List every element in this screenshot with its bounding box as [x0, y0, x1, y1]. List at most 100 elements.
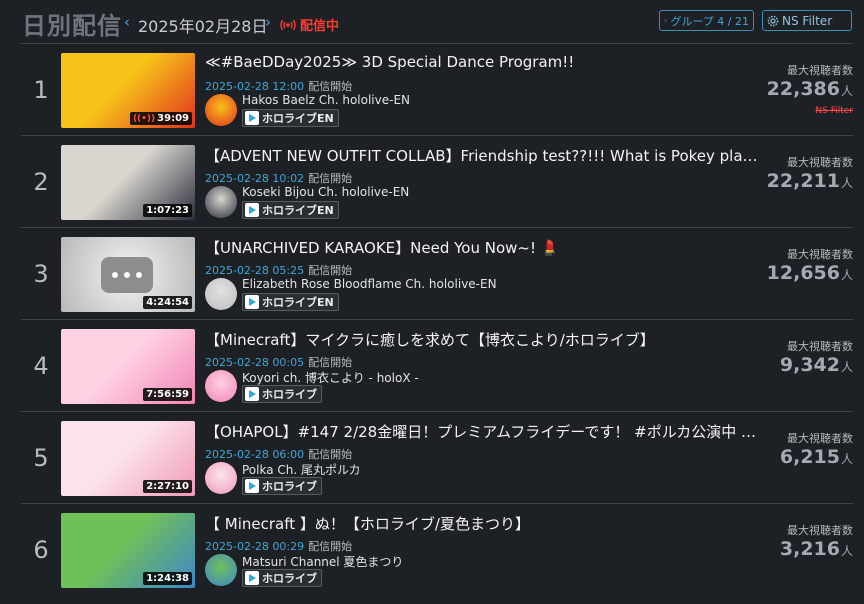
start-label: 配信開始: [308, 80, 353, 93]
duration-badge: 1:07:23: [143, 204, 192, 217]
play-icon: [245, 479, 259, 493]
stream-row[interactable]: 5 2:27:10 【OHAPOL】#147 2/28金曜日！プレミアムフライデ…: [21, 411, 853, 503]
video-thumbnail[interactable]: 2:27:10: [61, 421, 195, 496]
next-date-button[interactable]: ›: [265, 13, 271, 31]
duration-badge: ((•)) 39:09: [129, 112, 192, 125]
video-thumbnail[interactable]: 1:24:38: [61, 513, 195, 588]
viewers-unit: 人: [840, 544, 853, 558]
duration-text: 1:07:23: [146, 205, 189, 216]
viewers-unit: 人: [840, 176, 853, 190]
viewers-value: 12,656: [766, 262, 840, 284]
filter-icon: [664, 19, 668, 23]
start-meta: 2025-02-28 00:29 配信開始: [205, 538, 352, 554]
channel-name-link[interactable]: Polka Ch. 尾丸ポルカ: [242, 461, 361, 478]
viewers-unit: 人: [840, 452, 853, 466]
play-icon: [245, 387, 259, 401]
stream-row[interactable]: 6 1:24:38 【 Minecraft 】ぬ！【ホロライブ/夏色まつり】 2…: [21, 503, 853, 595]
start-time: 2025-02-28 00:05: [205, 356, 305, 369]
group-badge[interactable]: ホロライブ: [242, 477, 322, 495]
video-thumbnail[interactable]: 4:24:54: [61, 237, 195, 312]
start-meta: 2025-02-28 10:02 配信開始: [205, 170, 352, 186]
video-title-link[interactable]: 【ADVENT NEW OUTFIT COLLAB】Friendship tes…: [205, 145, 765, 166]
max-viewers-label: 最大視聴者数: [787, 340, 853, 353]
stream-row[interactable]: 2 1:07:23 【ADVENT NEW OUTFIT COLLAB】Frie…: [21, 135, 853, 227]
start-time: 2025-02-28 10:02: [205, 172, 305, 185]
avatar[interactable]: [205, 462, 237, 494]
avatar[interactable]: [205, 370, 237, 402]
rank-number: 2: [33, 168, 49, 196]
duration-text: 7:56:59: [146, 389, 189, 400]
video-title-link[interactable]: ≪#BaeDDay2025≫ 3D Special Dance Program!…: [205, 53, 765, 71]
start-label: 配信開始: [308, 172, 353, 185]
group-badge-label: ホロライブEN: [262, 296, 334, 309]
duration-text: 2:27:10: [146, 481, 189, 492]
video-thumbnail[interactable]: 7:56:59: [61, 329, 195, 404]
avatar[interactable]: [205, 94, 237, 126]
stream-list: 1 ((•)) 39:09 ≪#BaeDDay2025≫ 3D Special …: [21, 43, 853, 595]
group-badge[interactable]: ホロライブEN: [242, 109, 339, 127]
channel-name-link[interactable]: Elizabeth Rose Bloodflame Ch. hololive-E…: [242, 277, 497, 291]
viewers-value: 22,386: [766, 78, 840, 100]
page-title: 日別配信: [22, 12, 122, 40]
avatar[interactable]: [205, 278, 237, 310]
group-badge[interactable]: ホロライブEN: [242, 201, 339, 219]
max-viewers-count: 9,342人: [780, 354, 853, 376]
live-label: 配信中: [300, 19, 340, 34]
live-filter-toggle[interactable]: 配信中: [280, 15, 339, 34]
placeholder-icon: [101, 257, 153, 293]
viewers-unit: 人: [840, 360, 853, 374]
play-icon: [245, 295, 259, 309]
start-meta: 2025-02-28 12:00 配信開始: [205, 78, 352, 94]
channel-name-link[interactable]: Koseki Bijou Ch. hololive-EN: [242, 185, 409, 199]
stream-row[interactable]: 3 4:24:54 【UNARCHIVED KARAOKE】Need You N…: [21, 227, 853, 319]
group-badge[interactable]: ホロライブ: [242, 385, 322, 403]
live-icon: ((•)): [132, 113, 156, 124]
play-icon: [245, 571, 259, 585]
page-header: 日別配信 ‹ 2025年02月28日 › 配信中 グループ 4 / 21 NS …: [0, 0, 864, 40]
start-label: 配信開始: [308, 448, 353, 461]
avatar[interactable]: [205, 554, 237, 586]
group-badge-label: ホロライブ: [262, 572, 317, 585]
start-label: 配信開始: [308, 540, 353, 553]
start-time: 2025-02-28 00:29: [205, 540, 305, 553]
video-title-link[interactable]: 【 Minecraft 】ぬ！【ホロライブ/夏色まつり】: [205, 513, 765, 534]
video-title-link[interactable]: 【Minecraft】マイクラに癒しを求めて【博衣こより/ホロライブ】: [205, 329, 765, 350]
ns-filter-label: NS Filter: [782, 13, 833, 28]
play-icon: [245, 111, 259, 125]
stream-row[interactable]: 4 7:56:59 【Minecraft】マイクラに癒しを求めて【博衣こより/ホ…: [21, 319, 853, 411]
duration-text: 1:24:38: [146, 573, 189, 584]
stream-row[interactable]: 1 ((•)) 39:09 ≪#BaeDDay2025≫ 3D Special …: [21, 43, 853, 135]
start-time: 2025-02-28 05:25: [205, 264, 305, 277]
video-thumbnail[interactable]: 1:07:23: [61, 145, 195, 220]
video-title-link[interactable]: 【UNARCHIVED KARAOKE】Need You Now~! 💄: [205, 237, 765, 258]
avatar[interactable]: [205, 186, 237, 218]
max-viewers-label: 最大視聴者数: [787, 248, 853, 261]
rank-number: 3: [33, 260, 49, 288]
group-badge[interactable]: ホロライブ: [242, 569, 322, 587]
start-meta: 2025-02-28 05:25 配信開始: [205, 262, 352, 278]
current-date: 2025年02月28日: [138, 17, 268, 36]
video-thumbnail[interactable]: ((•)) 39:09: [61, 53, 195, 128]
ns-filter-button[interactable]: NS Filter: [762, 10, 852, 31]
video-title-link[interactable]: 【OHAPOL】#147 2/28金曜日！プレミアムフライデーです！ #ポルカ公…: [205, 421, 765, 442]
prev-date-button[interactable]: ‹: [124, 13, 130, 31]
viewers-value: 6,215: [779, 446, 840, 468]
max-viewers-count: 22,211人: [767, 170, 853, 192]
duration-badge: 1:24:38: [143, 572, 192, 585]
start-time: 2025-02-28 12:00: [205, 80, 305, 93]
channel-name-link[interactable]: Matsuri Channel 夏色まつり: [242, 553, 403, 570]
group-badge[interactable]: ホロライブEN: [242, 293, 339, 311]
play-icon: [245, 203, 259, 217]
max-viewers-count: 22,386人: [767, 78, 853, 100]
max-viewers-label: 最大視聴者数: [787, 432, 853, 445]
group-filter-button[interactable]: グループ 4 / 21: [659, 10, 754, 31]
duration-badge: 4:24:54: [143, 296, 192, 309]
ns-filter-flag: NS Filter: [815, 106, 853, 116]
channel-name-link[interactable]: Koyori ch. 博衣こより - holoX -: [242, 369, 419, 386]
channel-name-link[interactable]: Hakos Baelz Ch. hololive-EN: [242, 93, 410, 107]
max-viewers-count: 3,216人: [780, 538, 853, 560]
viewers-unit: 人: [840, 84, 853, 98]
start-meta: 2025-02-28 06:00 配信開始: [205, 446, 352, 462]
duration-text: 4:24:54: [146, 297, 189, 308]
duration-badge: 2:27:10: [143, 480, 192, 493]
